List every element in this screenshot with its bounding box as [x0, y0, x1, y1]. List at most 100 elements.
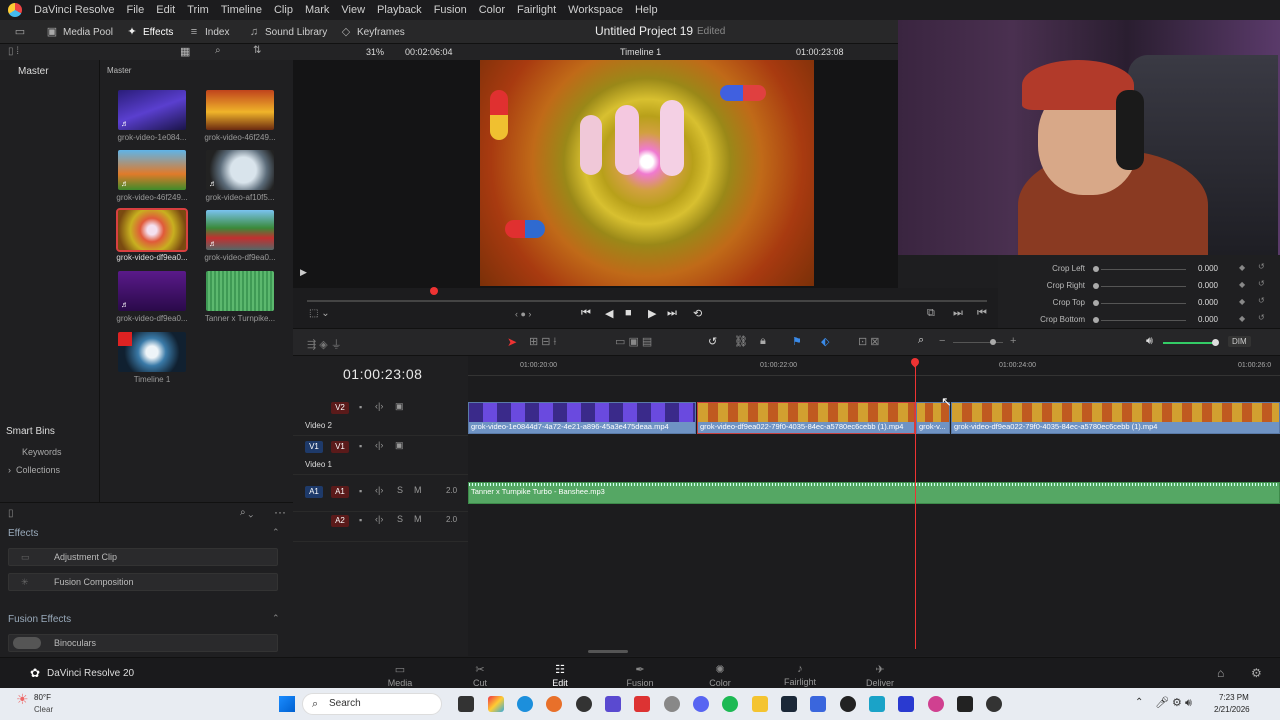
timeline-clip[interactable]: grok-video-df9ea022-79f0-4035-84ec-a5780…: [951, 402, 1280, 434]
transform-icon[interactable]: ⬚ ⌄: [309, 308, 330, 319]
keywords-bin[interactable]: Keywords: [22, 447, 62, 457]
solo-icon[interactable]: S: [397, 485, 403, 495]
zoom-slider-handle[interactable]: [990, 339, 996, 345]
snapping-icon[interactable]: ↺: [708, 335, 717, 348]
layout-icon[interactable]: ▭: [14, 24, 26, 40]
link-icon[interactable]: ⛓: [734, 335, 748, 348]
app-icon[interactable]: [810, 696, 826, 712]
weather-temp[interactable]: 80°F: [34, 693, 51, 702]
clip-thumbnail[interactable]: grok-video-46f249...: [204, 90, 276, 142]
auto-select-icon[interactable]: ‹|›: [375, 401, 383, 411]
keyframe-icon[interactable]: ◆: [1239, 297, 1245, 306]
track-badge-a2[interactable]: A2: [331, 515, 349, 527]
effect-fusion-composition[interactable]: ✳ Fusion Composition: [8, 573, 278, 591]
taskbar-search[interactable]: ⌕ Search: [302, 693, 442, 715]
audio-clip[interactable]: Tanner x Turnpike Turbo - Banshee.mp3: [468, 482, 1280, 504]
sort-icon[interactable]: ⇅: [253, 45, 261, 56]
reset-icon[interactable]: ↺: [1258, 313, 1265, 322]
clip-thumbnail[interactable]: ♬ grok-video-46f249...: [116, 150, 188, 202]
play-icon[interactable]: ▶: [648, 307, 656, 320]
audio-clip-thumbnail[interactable]: Tanner x Turnpike...: [204, 271, 276, 323]
dim-button[interactable]: DIM: [1228, 336, 1251, 347]
clip-thumbnail[interactable]: ♬ grok-video-df9ea0...: [116, 271, 188, 323]
lock-icon[interactable]: 🔒︎: [760, 335, 766, 348]
volume-handle[interactable]: [1212, 339, 1219, 346]
chevron-up-icon[interactable]: ⌃: [1135, 697, 1143, 708]
spotify-icon[interactable]: [722, 696, 738, 712]
menu-file[interactable]: File: [121, 4, 151, 16]
keyframe-icon[interactable]: ◆: [1239, 263, 1245, 272]
volume-icon[interactable]: 🔊︎: [1146, 335, 1153, 348]
scrubber-playhead[interactable]: [430, 287, 438, 295]
clip-thumbnail-selected[interactable]: grok-video-df9ea0...: [116, 208, 188, 262]
twitch-icon[interactable]: [605, 696, 621, 712]
clip-thumbnail[interactable]: ♬ grok-video-df9ea0...: [204, 210, 276, 262]
timeline-scrollbar[interactable]: [588, 650, 628, 653]
keyframe-icon[interactable]: ◆: [1239, 280, 1245, 289]
sidebar-toggle-icon[interactable]: ▯: [8, 508, 14, 519]
effect-adjustment-clip[interactable]: ▭ Adjustment Clip: [8, 548, 278, 566]
media-pool-button[interactable]: ▣ Media Pool: [46, 24, 113, 40]
app-icon[interactable]: [928, 696, 944, 712]
timeline-thumbnail[interactable]: Timeline 1: [116, 332, 188, 384]
page-media[interactable]: ▭ Media: [370, 663, 430, 688]
track-badge-v2[interactable]: V2: [331, 402, 349, 414]
scrubber-track[interactable]: [307, 300, 987, 302]
destination-v1[interactable]: V1: [305, 441, 323, 453]
menu-trim[interactable]: Trim: [181, 4, 215, 16]
mute-icon[interactable]: M: [414, 514, 422, 524]
page-edit[interactable]: ☷ Edit: [530, 663, 590, 688]
solo-icon[interactable]: S: [397, 514, 403, 524]
match-frame-icon[interactable]: ⧉: [927, 307, 935, 320]
lock-track-icon[interactable]: ▪: [359, 402, 362, 412]
clip-thumbnail[interactable]: ♬ grok-video-af10f5...: [204, 150, 276, 202]
menu-fusion[interactable]: Fusion: [428, 4, 473, 16]
track-badge-v1[interactable]: V1: [331, 441, 349, 453]
adobe-icon[interactable]: [634, 696, 650, 712]
reset-icon[interactable]: ↺: [1258, 296, 1265, 305]
page-color[interactable]: ✺ Color: [690, 663, 750, 688]
keyframes-button[interactable]: ◇ Keyframes: [340, 24, 405, 40]
home-icon[interactable]: ⌂: [1217, 666, 1224, 680]
menu-timeline[interactable]: Timeline: [215, 4, 268, 16]
music-app-icon[interactable]: [664, 696, 680, 712]
windows-start-icon[interactable]: [279, 696, 295, 712]
menu-edit[interactable]: Edit: [150, 4, 181, 16]
index-button[interactable]: ≡ Index: [188, 24, 230, 40]
prev-edit-icon[interactable]: ⏮: [977, 307, 987, 320]
flag-icon[interactable]: ⚑: [792, 335, 802, 348]
nudge-icon[interactable]: ‹ ● ›: [515, 309, 531, 319]
reset-icon[interactable]: ↺: [1258, 262, 1265, 271]
app-icon[interactable]: [986, 696, 1002, 712]
lock-track-icon[interactable]: ▪: [359, 515, 362, 525]
app-icon[interactable]: [840, 696, 856, 712]
destination-a1[interactable]: A1: [305, 486, 323, 498]
discord-icon[interactable]: [693, 696, 709, 712]
collections-bin[interactable]: › Collections: [8, 465, 60, 475]
edge-icon[interactable]: [517, 696, 533, 712]
menu-color[interactable]: Color: [473, 4, 511, 16]
page-fusion[interactable]: ✒ Fusion: [610, 663, 670, 688]
zoom-out-icon[interactable]: −: [939, 335, 945, 347]
auto-select-icon[interactable]: ‹|›: [375, 440, 383, 450]
effects-button[interactable]: ✦ Effects: [126, 24, 173, 40]
volume-slider[interactable]: [1163, 342, 1215, 344]
marker-icon[interactable]: ⬖: [821, 335, 829, 348]
collapse-icon[interactable]: ⌃: [272, 613, 280, 624]
menu-mark[interactable]: Mark: [299, 4, 335, 16]
play-marker-icon[interactable]: ▶: [300, 267, 307, 278]
playhead[interactable]: [915, 364, 916, 649]
zoom-in-icon[interactable]: +: [1010, 335, 1016, 347]
keyframe-icon[interactable]: ◆: [1239, 314, 1245, 323]
firefox-icon[interactable]: [546, 696, 562, 712]
page-deliver[interactable]: ✈ Deliver: [850, 663, 910, 688]
steam-icon[interactable]: [781, 696, 797, 712]
effect-binoculars[interactable]: Binoculars: [8, 634, 278, 652]
sound-library-button[interactable]: ♫ Sound Library: [248, 24, 327, 40]
zoom-icon[interactable]: ⌕: [918, 334, 924, 347]
menu-workspace[interactable]: Workspace: [562, 4, 629, 16]
grid-view-icon[interactable]: ▦: [180, 45, 190, 58]
selection-tool-icon[interactable]: ➤: [507, 335, 517, 349]
davinci-resolve-taskbar-icon[interactable]: [957, 696, 973, 712]
more-options-icon[interactable]: ···: [274, 505, 286, 519]
